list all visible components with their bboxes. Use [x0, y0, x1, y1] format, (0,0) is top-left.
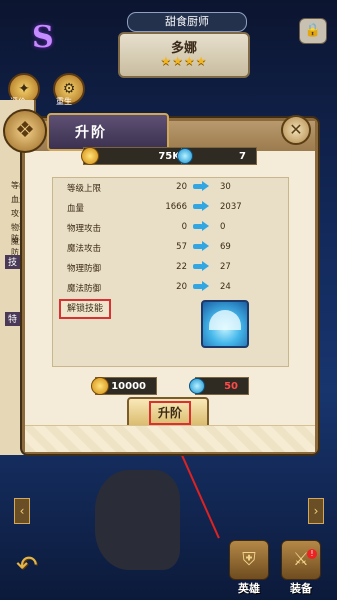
stat-current: 22 — [176, 262, 187, 272]
arrow-right-icon — [193, 281, 209, 291]
gear-icon: ⚙ — [62, 81, 76, 97]
equipment-nav-label: 装备 — [290, 582, 312, 595]
stat-next: 24 — [220, 282, 231, 292]
stat-next: 30 — [220, 182, 231, 192]
rating-icon: ✦ — [18, 81, 30, 97]
stat-row: 魔法攻击 57 69 — [53, 238, 288, 258]
dialog-footer — [25, 425, 315, 452]
stat-row: 物理防御 22 27 — [53, 258, 288, 278]
dialog-title: 升阶 — [75, 125, 107, 141]
gold-balance: 75K — [83, 147, 191, 165]
stat-next: 27 — [220, 262, 231, 272]
arrow-right-icon — [193, 241, 209, 251]
hero-name-plate: 多娜 ★★★★ — [118, 32, 250, 78]
stat-current: 0 — [181, 222, 187, 232]
rebirth-tab-label: 重生 — [56, 97, 72, 106]
stat-current: 20 — [176, 182, 187, 192]
equipment-nav-button[interactable]: ⚔ 装备 — [281, 540, 321, 595]
gem-icon — [177, 148, 193, 164]
stat-name: 等级上限 — [67, 184, 102, 194]
stat-next: 0 — [220, 222, 226, 232]
stat-row: 魔法防御 20 24 — [53, 278, 288, 298]
heroes-nav-label: 英雄 — [238, 582, 260, 595]
equipment-icon: ⚔ — [281, 540, 321, 580]
close-button[interactable]: ✕ — [281, 115, 311, 145]
arrow-right-icon — [193, 201, 209, 211]
stat-next: 69 — [220, 242, 231, 252]
upgrade-button-label: 升阶 — [149, 401, 191, 425]
stat-current: 57 — [176, 242, 187, 252]
hero-title: 甜食厨师 — [127, 12, 247, 32]
star-rating: ★★★★ — [160, 54, 208, 68]
gold-coin-icon — [91, 377, 109, 395]
unlock-skill-label: 解锁技能 — [59, 299, 111, 319]
lock-icon[interactable]: 🔒 — [299, 18, 327, 44]
rank-letter: S — [32, 20, 54, 55]
stats-table: 等级上限 20 30 血量 1666 2037 物理攻击 0 0 魔法攻击 57… — [52, 177, 289, 367]
emblem-icon: ❖ — [3, 109, 47, 153]
back-icon[interactable]: ↶ — [16, 551, 38, 581]
stat-row: 等级上限 20 30 — [53, 178, 288, 198]
stat-next: 2037 — [220, 202, 242, 212]
rock-formation — [95, 470, 180, 570]
stat-current: 1666 — [165, 202, 187, 212]
gold-coin-icon — [81, 147, 99, 165]
gem-icon — [189, 378, 205, 394]
upgrade-dialog: 升阶 ❖ ✕ 75K 7 等级上限 20 30 血量 1666 2037 物理攻… — [3, 109, 318, 454]
stat-name: 魔法攻击 — [67, 244, 102, 254]
heroes-nav-button[interactable]: ⛨ 英雄 — [229, 540, 269, 595]
prev-hero-button[interactable]: ‹ — [14, 498, 30, 524]
stat-name: 物理攻击 — [67, 224, 102, 234]
stat-name: 血量 — [67, 204, 85, 214]
notification-badge: ! — [307, 549, 317, 559]
skill-icon[interactable] — [201, 300, 249, 348]
arrow-right-icon — [193, 181, 209, 191]
stat-name: 物理防御 — [67, 264, 102, 274]
stat-row: 物理攻击 0 0 — [53, 218, 288, 238]
stat-row: 血量 1666 2037 — [53, 198, 288, 218]
arrow-right-icon — [193, 221, 209, 231]
helmet-icon: ⛨ — [229, 540, 269, 580]
close-icon: ✕ — [289, 120, 303, 139]
dialog-title-ribbon: 升阶 — [47, 113, 169, 151]
arrow-right-icon — [193, 261, 209, 271]
next-hero-button[interactable]: › — [308, 498, 324, 524]
stat-name: 魔法防御 — [67, 284, 102, 294]
stat-current: 20 — [176, 282, 187, 292]
